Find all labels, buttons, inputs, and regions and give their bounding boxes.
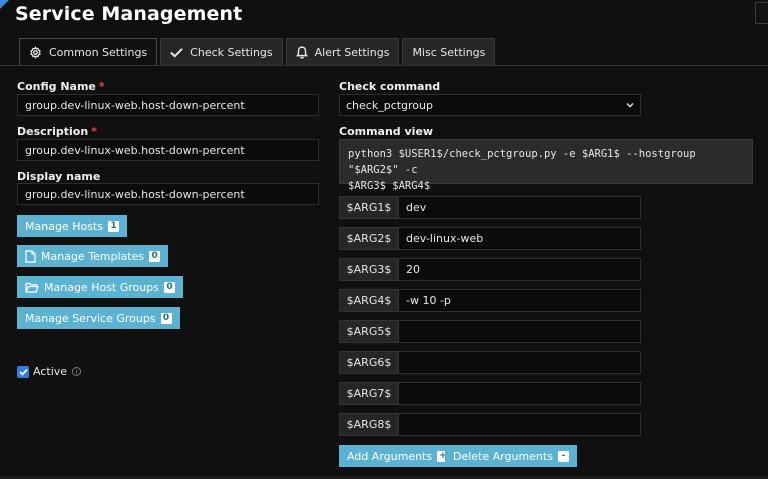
tab-alert-settings[interactable]: Alert Settings [285, 38, 400, 66]
argument-row: $ARG5$ [339, 320, 641, 343]
description-input[interactable]: group.dev-linux-web.host-down-percent [17, 139, 319, 161]
argument-label: $ARG4$ [339, 289, 399, 312]
argument-label: $ARG2$ [339, 227, 399, 250]
argument-input[interactable] [399, 320, 641, 343]
delete-arguments-button[interactable]: Delete Arguments - [445, 445, 577, 467]
active-checkbox[interactable] [17, 365, 29, 378]
count-badge: 0 [160, 312, 172, 324]
argument-input[interactable] [399, 351, 641, 374]
display-name-input[interactable]: group.dev-linux-web.host-down-percent [17, 183, 319, 205]
argument-row: $ARG4$ -w 10 -p [339, 289, 641, 312]
argument-label: $ARG6$ [339, 351, 399, 374]
config-name-input[interactable]: group.dev-linux-web.host-down-percent [17, 94, 319, 116]
argument-row: $ARG6$ [339, 351, 641, 374]
count-badge: 0 [149, 250, 161, 262]
tab-label: Alert Settings [314, 46, 390, 59]
argument-label: $ARG3$ [339, 258, 399, 281]
argument-label: $ARG8$ [339, 413, 399, 436]
argument-row: $ARG2$ dev-linux-web [339, 227, 641, 250]
argument-input[interactable]: dev-linux-web [399, 227, 641, 250]
manage-hosts-button[interactable]: Manage Hosts 1 [17, 215, 127, 237]
add-arguments-button[interactable]: Add Arguments + [339, 445, 457, 467]
tab-bar: Common Settings Check Settings Alert Set… [19, 38, 498, 66]
window-control-button[interactable] [755, 2, 768, 24]
count-badge: 1 [107, 220, 119, 232]
info-icon[interactable]: i [72, 367, 82, 376]
tab-misc-settings[interactable]: Misc Settings [402, 38, 496, 66]
command-view-box: python3 $USER1$/check_pctgroup.py -e $AR… [339, 139, 753, 192]
required-marker: * [91, 125, 97, 138]
argument-row: $ARG1$ dev [339, 196, 641, 219]
tab-check-settings[interactable]: Check Settings [160, 38, 283, 66]
tabs-divider [0, 65, 768, 66]
page-title: Service Management [15, 3, 243, 25]
argument-input[interactable] [399, 413, 641, 436]
gear-icon [30, 46, 41, 59]
tab-common-settings[interactable]: Common Settings [19, 38, 158, 66]
argument-input[interactable]: 20 [399, 258, 641, 281]
manage-templates-button[interactable]: Manage Templates 0 [17, 245, 169, 267]
argument-label: $ARG5$ [339, 320, 399, 343]
command-line-1: python3 $USER1$/check_pctgroup.py -e $AR… [348, 148, 696, 176]
description-label: Description * [17, 125, 97, 138]
folder-open-icon [25, 282, 39, 293]
required-marker: * [98, 80, 105, 93]
argument-input[interactable]: -w 10 -p [399, 289, 641, 312]
command-line-2: $ARG3$ $ARG4$ [348, 180, 431, 192]
argument-row: $ARG7$ [339, 382, 641, 405]
checkmark-icon [18, 368, 28, 376]
corner-marker [0, 0, 9, 9]
minus-icon: - [557, 450, 569, 462]
bell-icon [295, 46, 308, 59]
check-command-select[interactable]: check_pctgroup [339, 94, 641, 116]
display-name-label: Display name [17, 170, 101, 183]
count-badge: 0 [163, 281, 175, 293]
active-label: Active [33, 365, 68, 378]
tab-label: Check Settings [190, 46, 273, 59]
config-name-label: Config Name * [17, 80, 105, 93]
argument-input[interactable]: dev [399, 196, 641, 219]
tab-label: Common Settings [49, 46, 148, 59]
file-icon [25, 249, 36, 263]
argument-row: $ARG3$ 20 [339, 258, 641, 281]
chevron-down-icon [626, 103, 634, 108]
check-icon [170, 48, 183, 58]
argument-label: $ARG1$ [339, 196, 399, 219]
tab-label: Misc Settings [412, 46, 486, 59]
argument-input[interactable] [399, 382, 641, 405]
argument-row: $ARG8$ [339, 413, 641, 436]
manage-host-groups-button[interactable]: Manage Host Groups 0 [17, 276, 183, 298]
manage-service-groups-button[interactable]: Manage Service Groups 0 [17, 307, 180, 329]
active-toggle-row: Active i [17, 365, 82, 378]
argument-label: $ARG7$ [339, 382, 399, 405]
command-view-label: Command view [339, 125, 434, 138]
check-command-label: Check command [339, 80, 441, 93]
